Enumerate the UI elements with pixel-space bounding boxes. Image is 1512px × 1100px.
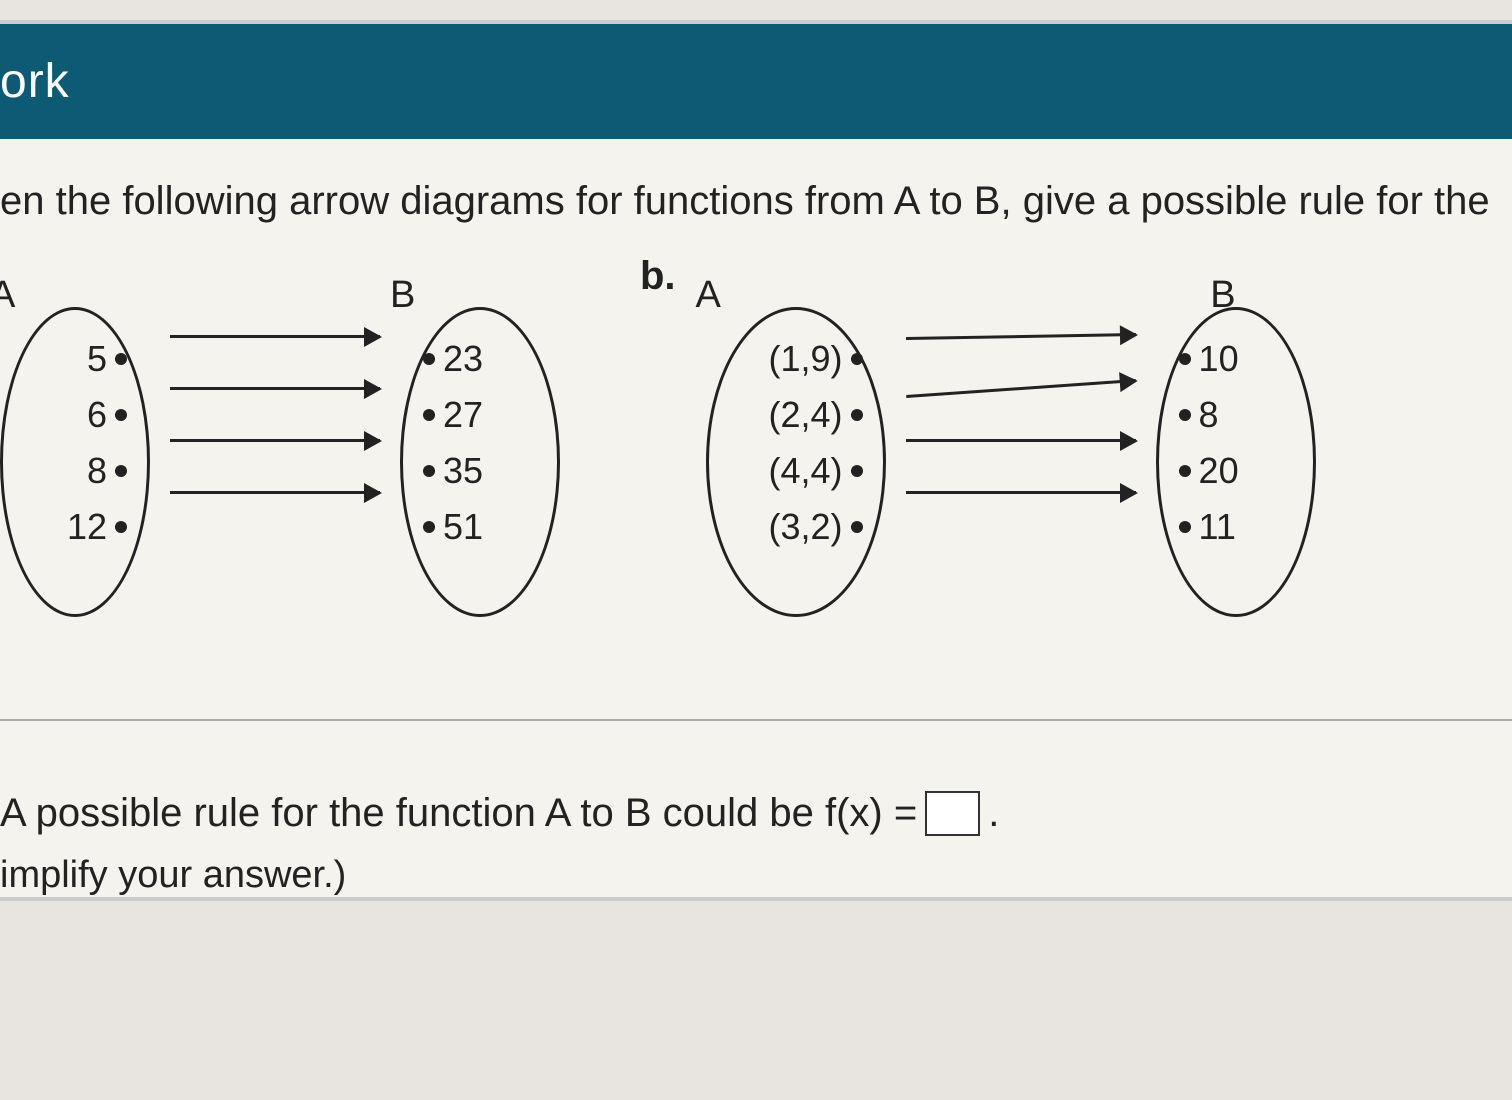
dot-icon	[1179, 465, 1191, 477]
dot-icon	[851, 409, 863, 421]
range-item: 20	[1179, 450, 1293, 492]
domain-item: 5	[23, 338, 127, 380]
oval-a-range: 23 27 35 51	[400, 307, 560, 617]
arrow-icon	[170, 491, 380, 494]
dot-icon	[423, 521, 435, 533]
arrow-icon	[906, 333, 1136, 340]
arrows-b	[906, 309, 1136, 619]
content-area: en the following arrow diagrams for func…	[0, 139, 1512, 897]
arrow-icon	[170, 335, 380, 338]
range-item: 35	[423, 450, 537, 492]
answer-prefix: A possible rule for the function A to B …	[0, 791, 917, 836]
dot-icon	[1179, 353, 1191, 365]
arrow-icon	[906, 439, 1136, 442]
domain-item: (2,4)	[729, 394, 863, 436]
range-item: 51	[423, 506, 537, 548]
answer-input[interactable]	[925, 791, 980, 836]
arrow-icon	[170, 387, 380, 390]
range-item: 10	[1179, 338, 1293, 380]
header-bar: ork	[0, 24, 1512, 139]
arrows-a	[170, 309, 380, 619]
set-b-label: B	[390, 274, 415, 317]
dot-icon	[423, 353, 435, 365]
dot-icon	[115, 465, 127, 477]
domain-item: (1,9)	[729, 338, 863, 380]
diagram-b: b. A (1,9) (2,4) (4,4) (3,2)	[640, 274, 1316, 619]
diagram-a: A 5 6 8 12 B 23	[0, 274, 560, 619]
dot-icon	[115, 409, 127, 421]
dot-icon	[851, 521, 863, 533]
domain-item: (4,4)	[729, 450, 863, 492]
divider	[0, 719, 1512, 721]
dot-icon	[423, 409, 435, 421]
set-a-label: A	[0, 274, 15, 317]
arrow-icon	[906, 491, 1136, 494]
domain-item: 8	[23, 450, 127, 492]
answer-row: A possible rule for the function A to B …	[0, 761, 1512, 846]
answer-suffix: .	[988, 791, 999, 836]
instruction-text: en the following arrow diagrams for func…	[0, 179, 1512, 254]
oval-b-range: 10 8 20 11	[1156, 307, 1316, 617]
range-item: 11	[1179, 506, 1293, 548]
dot-icon	[423, 465, 435, 477]
part-b-label: b.	[640, 254, 686, 299]
dot-icon	[1179, 521, 1191, 533]
dot-icon	[851, 465, 863, 477]
range-item: 27	[423, 394, 537, 436]
question-frame: ork en the following arrow diagrams for …	[0, 20, 1512, 901]
dot-icon	[115, 521, 127, 533]
dot-icon	[851, 353, 863, 365]
diagrams-row: A 5 6 8 12 B 23	[0, 254, 1512, 679]
domain-item: 6	[23, 394, 127, 436]
hint-text: implify your answer.)	[0, 846, 1512, 897]
header-title: ork	[0, 55, 70, 108]
domain-item: 12	[23, 506, 127, 548]
dot-icon	[1179, 409, 1191, 421]
arrow-icon	[906, 379, 1136, 398]
range-item: 23	[423, 338, 537, 380]
oval-a-domain: 5 6 8 12	[0, 307, 150, 617]
dot-icon	[115, 353, 127, 365]
range-item: 8	[1179, 394, 1293, 436]
oval-b-domain: (1,9) (2,4) (4,4) (3,2)	[706, 307, 886, 617]
domain-item: (3,2)	[729, 506, 863, 548]
arrow-icon	[170, 439, 380, 442]
set-a-label-b: A	[696, 274, 721, 317]
